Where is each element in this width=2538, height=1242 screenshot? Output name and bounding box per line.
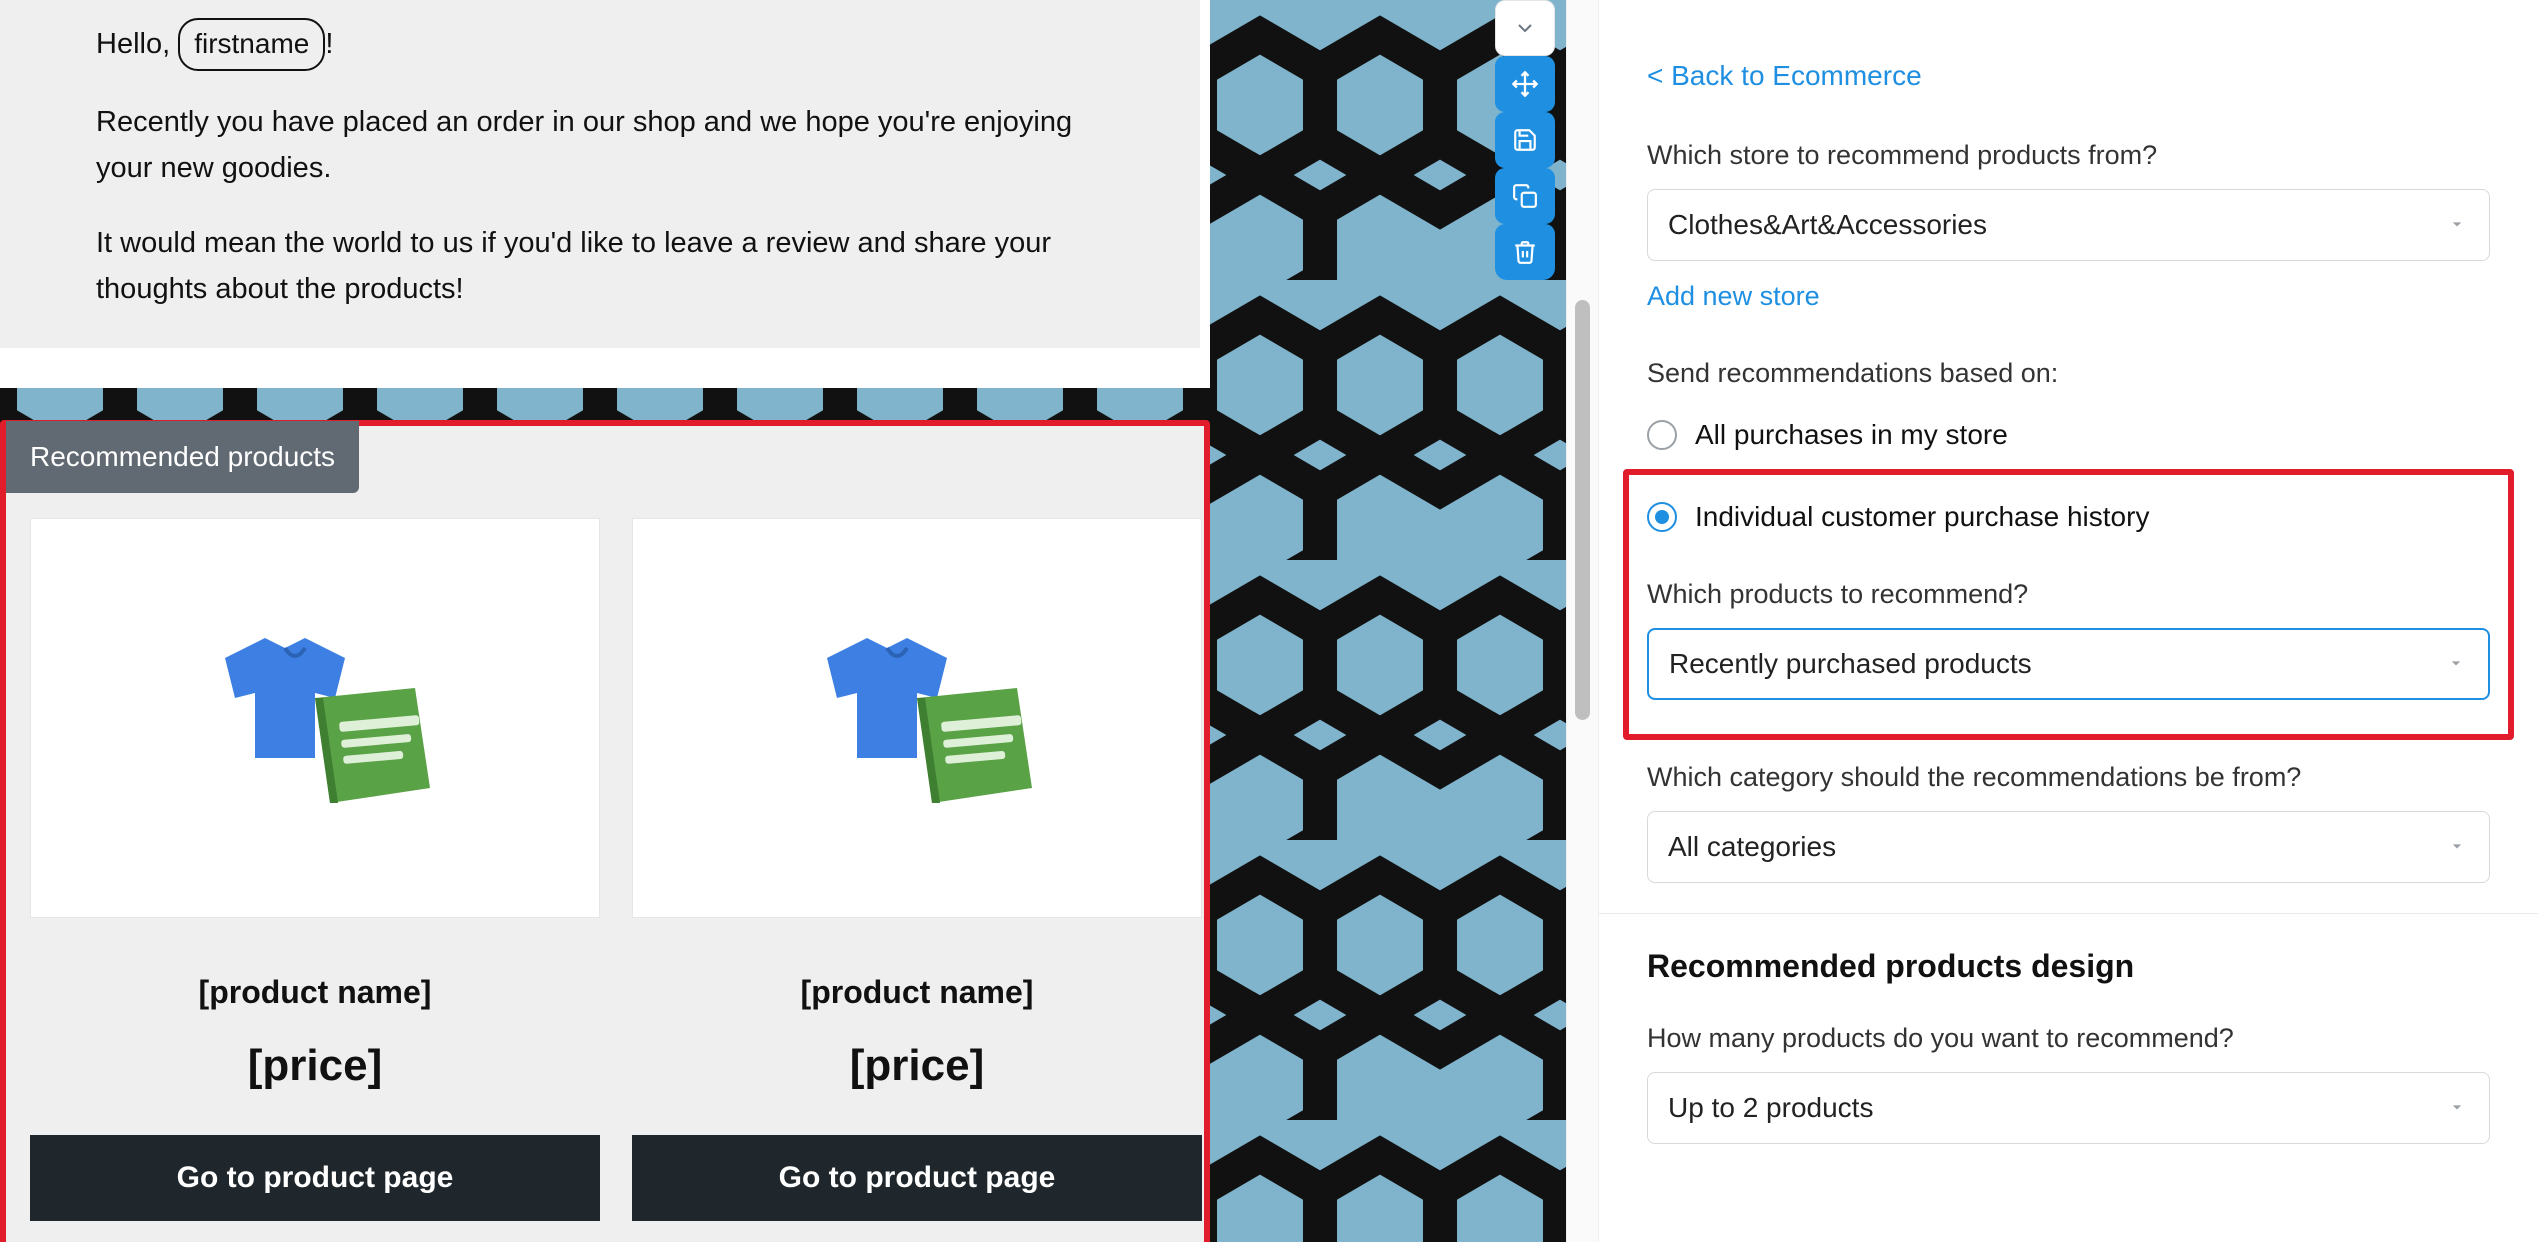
category-select[interactable]: All categories	[1647, 811, 2490, 883]
settings-sidebar: < Back to Ecommerce Which store to recom…	[1598, 0, 2538, 1242]
duplicate-icon	[1512, 183, 1538, 209]
block-toolbar	[1495, 0, 1555, 280]
radio-individual-label: Individual customer purchase history	[1695, 501, 2149, 533]
radio-all-label: All purchases in my store	[1695, 419, 2008, 451]
app-root: Hello, firstname! Recently you have plac…	[0, 0, 2538, 1242]
product-name: [product name]	[199, 974, 432, 1011]
how-many-label: How many products do you want to recomme…	[1647, 1023, 2490, 1054]
how-many-value: Up to 2 products	[1668, 1092, 1873, 1124]
toolbar-save-button[interactable]	[1495, 112, 1555, 168]
pattern-gap	[0, 388, 1210, 420]
toolbar-move-button[interactable]	[1495, 56, 1555, 112]
product-grid: [product name] [price] Go to product pag…	[6, 426, 1204, 1242]
recommended-products-tag: Recommended products	[6, 421, 359, 493]
how-many-select[interactable]: Up to 2 products	[1647, 1072, 2490, 1144]
move-icon	[1511, 70, 1539, 98]
email-column: Hello, firstname! Recently you have plac…	[0, 0, 1210, 1242]
product-cta-button[interactable]: Go to product page	[30, 1135, 600, 1221]
product-card: [product name] [price] Go to product pag…	[632, 518, 1202, 1221]
chevron-down-icon	[1513, 16, 1537, 40]
add-new-store-link[interactable]: Add new store	[1647, 281, 1820, 312]
message-paragraph-2: Recently you have placed an order in our…	[96, 99, 1104, 192]
chevron-down-icon	[2446, 648, 2466, 680]
product-card: [product name] [price] Go to product pag…	[30, 518, 600, 1221]
radio-individual-history[interactable]: Individual customer purchase history	[1647, 489, 2490, 545]
product-cta-button[interactable]: Go to product page	[632, 1135, 1202, 1221]
email-message-block[interactable]: Hello, firstname! Recently you have plac…	[0, 0, 1200, 348]
product-price: [price]	[850, 1041, 984, 1091]
greeting-suffix: !	[325, 28, 333, 60]
store-label: Which store to recommend products from?	[1647, 140, 2490, 171]
trash-icon	[1512, 239, 1538, 265]
scrollbar-thumb[interactable]	[1575, 300, 1590, 720]
radio-icon[interactable]	[1647, 502, 1677, 532]
tshirt-book-icon	[787, 608, 1047, 828]
product-image-placeholder	[30, 518, 600, 918]
chevron-down-icon	[2447, 831, 2467, 863]
category-select-value: All categories	[1668, 831, 1836, 863]
toolbar-duplicate-button[interactable]	[1495, 168, 1555, 224]
basis-label: Send recommendations based on:	[1647, 358, 2490, 389]
radio-icon[interactable]	[1647, 420, 1677, 450]
highlight-group: Individual customer purchase history Whi…	[1623, 469, 2514, 740]
which-products-label: Which products to recommend?	[1647, 579, 2490, 610]
design-section-title: Recommended products design	[1647, 948, 2490, 985]
greeting-prefix: Hello,	[96, 28, 178, 60]
greeting-line: Hello, firstname!	[96, 18, 1104, 71]
canvas-scrollbar[interactable]	[1566, 0, 1598, 1242]
save-icon	[1512, 127, 1538, 153]
back-to-ecommerce-link[interactable]: < Back to Ecommerce	[1647, 60, 1922, 92]
chevron-down-icon	[2447, 209, 2467, 241]
chevron-down-icon	[2447, 1092, 2467, 1124]
message-paragraph-3: It would mean the world to us if you'd l…	[96, 220, 1104, 313]
which-products-value: Recently purchased products	[1669, 648, 2032, 680]
recommended-products-block[interactable]: Recommended products	[0, 420, 1210, 1242]
section-divider	[1599, 913, 2538, 914]
category-label: Which category should the recommendation…	[1647, 762, 2490, 793]
merge-tag-firstname[interactable]: firstname	[178, 18, 325, 71]
store-select-value: Clothes&Art&Accessories	[1668, 209, 1987, 241]
tshirt-book-icon	[185, 608, 445, 828]
product-image-placeholder	[632, 518, 1202, 918]
store-select[interactable]: Clothes&Art&Accessories	[1647, 189, 2490, 261]
toolbar-delete-button[interactable]	[1495, 224, 1555, 280]
radio-all-purchases[interactable]: All purchases in my store	[1647, 407, 2490, 463]
toolbar-collapse-button[interactable]	[1495, 0, 1555, 56]
product-price: [price]	[248, 1041, 382, 1091]
message-wrapper: Hello, firstname! Recently you have plac…	[0, 0, 1210, 388]
email-canvas: Hello, firstname! Recently you have plac…	[0, 0, 1598, 1242]
product-name: [product name]	[801, 974, 1034, 1011]
which-products-select[interactable]: Recently purchased products	[1647, 628, 2490, 700]
